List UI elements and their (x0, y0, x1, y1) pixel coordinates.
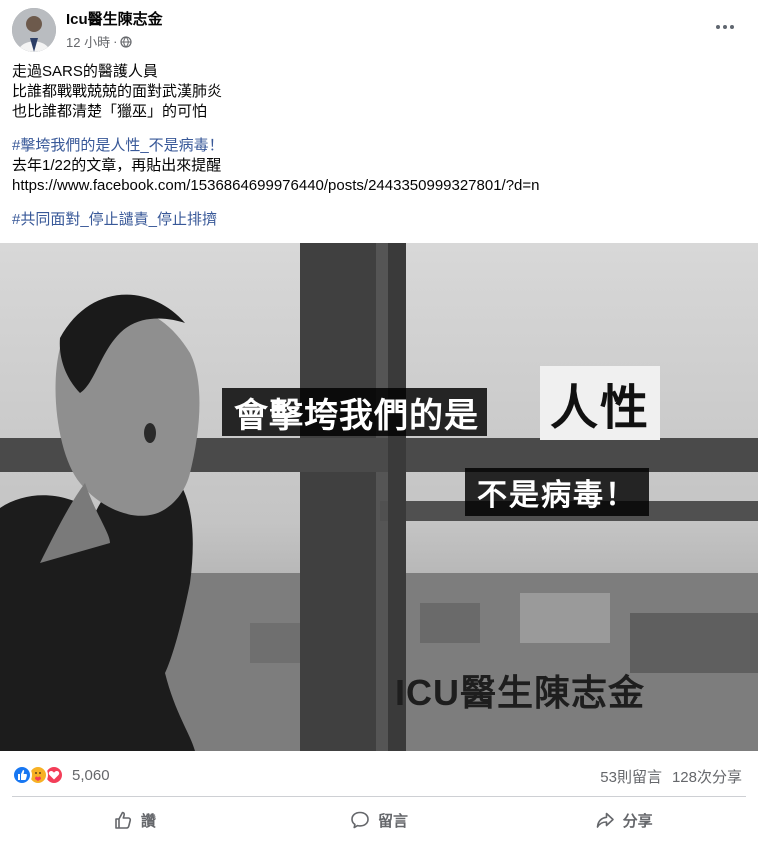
post-time[interactable]: 12 小時 (66, 32, 110, 51)
comment-button[interactable]: 留言 (257, 800, 502, 840)
post-header: Icu醫生陳志金 12 小時 · (0, 0, 758, 58)
post-url[interactable]: https://www.facebook.com/153686469997644… (12, 176, 742, 196)
share-button[interactable]: 分享 (501, 800, 746, 840)
action-bar: 讚 留言 分享 (12, 800, 746, 840)
caption-emphasis: 人性 (540, 366, 661, 440)
comment-label: 留言 (378, 812, 409, 830)
author-name[interactable]: Icu醫生陳志金 (66, 8, 163, 29)
divider (12, 796, 746, 797)
post-text-line: 去年1/22的文章，再貼出來提醒 (12, 157, 222, 174)
globe-icon (120, 35, 133, 48)
reaction-summary[interactable]: 5,060 (12, 764, 110, 786)
reaction-count: 5,060 (72, 766, 110, 784)
post-text-line: 比誰都戰戰兢兢的面對武漢肺炎 (12, 83, 223, 100)
thumbs-up-icon (113, 810, 133, 830)
share-count[interactable]: 128次分享 (672, 766, 742, 787)
like-button[interactable]: 讚 (12, 800, 257, 840)
post-text-line: 也比誰都清楚「獵巫」的可怕 (12, 103, 208, 120)
like-label: 讚 (140, 812, 156, 830)
post-body: 走過SARS的醫護人員 比誰都戰戰兢兢的面對武漢肺炎 也比誰都清楚「獵巫」的可怕… (12, 62, 742, 230)
engagement-stats: 53則留言 128次分享 (600, 766, 742, 787)
author-avatar[interactable] (12, 8, 56, 52)
like-icon (12, 765, 32, 785)
image-caption-line2: 不是病毒！ (465, 468, 649, 516)
image-watermark: ICU醫生陳志金 (395, 672, 645, 713)
share-icon (595, 810, 615, 830)
hashtag-link[interactable]: #共同面對_停止譴責_停止排擠 (12, 210, 742, 230)
comment-icon (350, 810, 370, 830)
more-options-icon[interactable] (710, 14, 740, 40)
post-text-line: 走過SARS的醫護人員 (12, 63, 158, 80)
share-label: 分享 (622, 812, 653, 830)
image-caption-line1: 會擊垮我們的是 (222, 388, 487, 436)
meta-separator: · (113, 34, 118, 49)
post-meta: 12 小時 · (66, 32, 133, 51)
comment-count[interactable]: 53則留言 (600, 766, 662, 787)
caption-text: 會擊垮我們的是 (234, 396, 479, 435)
hashtag-link[interactable]: #擊垮我們的是人性_不是病毒！ (12, 136, 742, 156)
